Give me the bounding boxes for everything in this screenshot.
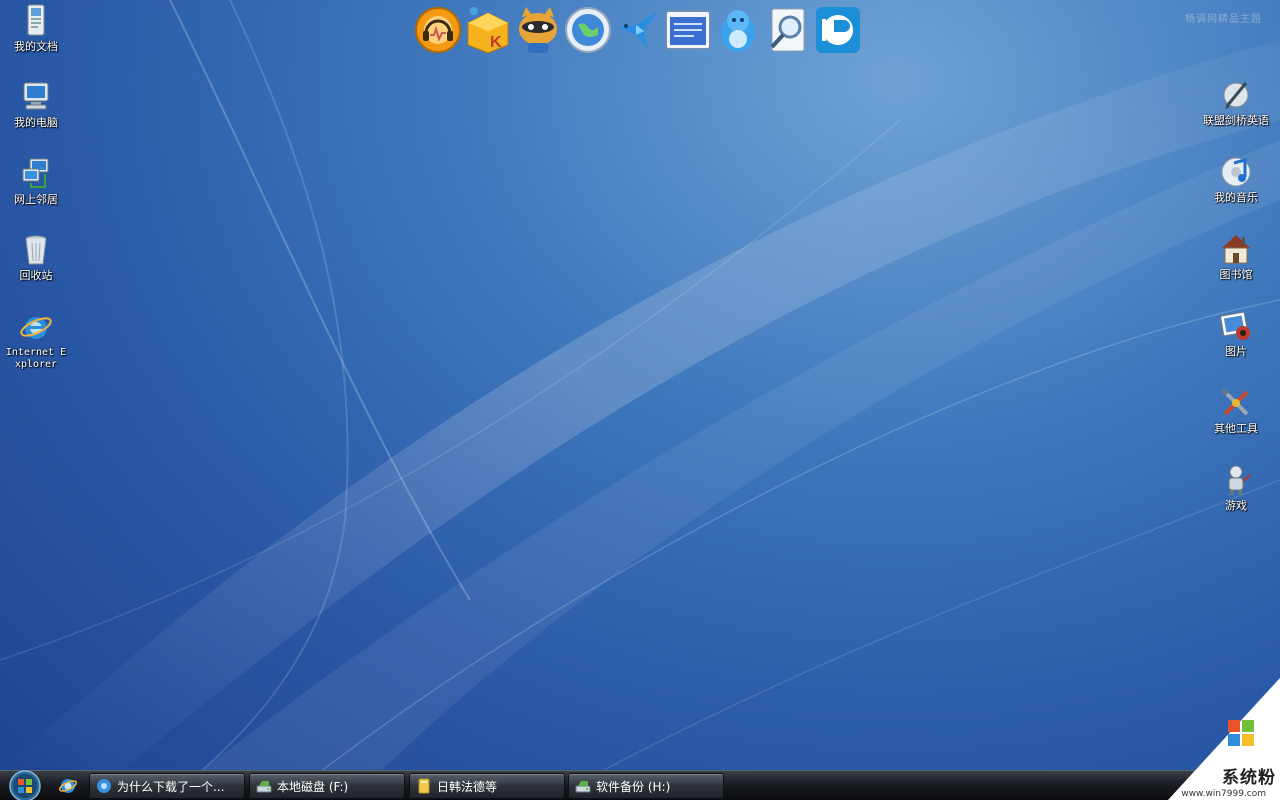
karaoke-k-box-icon[interactable]: K	[464, 5, 512, 55]
quick-launch-ie-icon[interactable]	[58, 776, 78, 796]
house-icon	[1222, 235, 1250, 264]
mail-window-icon[interactable]	[664, 5, 712, 55]
desktop-icon-label: 我的电脑	[14, 116, 58, 129]
svg-text:K: K	[490, 34, 502, 51]
brand-name: 系统粉	[1222, 768, 1276, 788]
desktop-icon-games[interactable]: 游戏	[1201, 463, 1271, 512]
taskbar-button-drive-h[interactable]: 软件备份 (H:)	[568, 773, 724, 799]
pen-icon	[1223, 82, 1249, 109]
desktop-icon-my-documents[interactable]: 我的文档	[1, 4, 71, 53]
folder-icon	[418, 778, 430, 794]
drive-icon	[256, 781, 272, 793]
desktop-icon-other-tools[interactable]: 其他工具	[1201, 386, 1271, 435]
desktop-icon-label: 回收站	[19, 269, 53, 282]
hummingbird-download-icon[interactable]	[614, 5, 662, 55]
desktop-wallpaper	[0, 0, 1280, 772]
my-documents-icon	[27, 4, 45, 36]
taskbar-button-label: 为什么下载了一个...	[117, 779, 225, 794]
taskbar: 为什么下载了一个... 本地磁盘 (F:) 日韩法德等 软件备份 (H:)	[0, 770, 1280, 800]
headphones-player-icon[interactable]	[414, 5, 462, 55]
taskbar-button-folder[interactable]: 日韩法德等	[409, 773, 565, 799]
desktop-icon-internet-explorer[interactable]: Internet Explorer	[1, 310, 71, 371]
taskbar-button-label: 软件备份 (H:)	[596, 779, 671, 794]
desktop-icon-cambridge-english[interactable]: 联盟剑桥英语	[1201, 78, 1271, 127]
taskbar-button-browser[interactable]: 为什么下载了一个...	[89, 773, 245, 799]
penguin-qq-icon[interactable]	[714, 5, 762, 55]
desktop-icon-label: Internet Explorer	[5, 347, 67, 370]
desktop-icon-library[interactable]: 图书馆	[1201, 232, 1271, 281]
pictures-icon	[1219, 311, 1250, 340]
desktop-icon-label: 图书馆	[1219, 268, 1253, 281]
desktop-icon-label: 图片	[1225, 345, 1247, 358]
magnifier-search-icon[interactable]	[764, 5, 812, 55]
desktop-icon-recycle-bin[interactable]: 回收站	[1, 233, 71, 282]
desktop-icon-label: 联盟剑桥英语	[1203, 114, 1269, 127]
desktop-icon-label: 我的文档	[14, 40, 58, 53]
brand-watermark: 系统粉 www.win7999.com	[1168, 678, 1280, 800]
my-computer-icon	[23, 82, 49, 110]
music-note-icon	[1221, 157, 1251, 187]
raccoon-chat-icon[interactable]	[514, 5, 562, 55]
app-dock: K	[414, 5, 862, 55]
taskbar-button-label: 本地磁盘 (F:)	[277, 779, 349, 794]
taskbar-button-label: 日韩法德等	[437, 779, 498, 794]
theme-watermark: 杨调网精品主题	[1185, 14, 1262, 25]
recycle-bin-icon	[25, 235, 47, 265]
brand-url: www.win7999.com	[1181, 789, 1266, 799]
start-button[interactable]	[5, 769, 45, 800]
globe-browser-icon[interactable]	[564, 5, 612, 55]
desktop-icon-network-places[interactable]: 网上邻居	[1, 157, 71, 206]
taskbar-button-drive-f[interactable]: 本地磁盘 (F:)	[249, 773, 405, 799]
desktop-icon-label: 其他工具	[1214, 422, 1258, 435]
game-robot-icon	[1228, 465, 1251, 495]
desktop-icon-label: 我的音乐	[1214, 191, 1258, 204]
desktop-icon-my-music[interactable]: 我的音乐	[1201, 155, 1271, 204]
desktop-icon-my-computer[interactable]: 我的电脑	[1, 80, 71, 129]
internet-explorer-icon	[20, 317, 52, 339]
desktop-icon-pictures[interactable]: 图片	[1201, 309, 1271, 358]
tools-icon	[1222, 389, 1249, 416]
desktop-icon-label: 网上邻居	[14, 193, 58, 206]
desktop-icon-label: 游戏	[1225, 499, 1247, 512]
network-places-icon	[22, 158, 49, 188]
drive-icon	[575, 781, 591, 793]
ie-globe-icon	[97, 779, 111, 793]
pplive-player-icon[interactable]	[814, 5, 862, 55]
